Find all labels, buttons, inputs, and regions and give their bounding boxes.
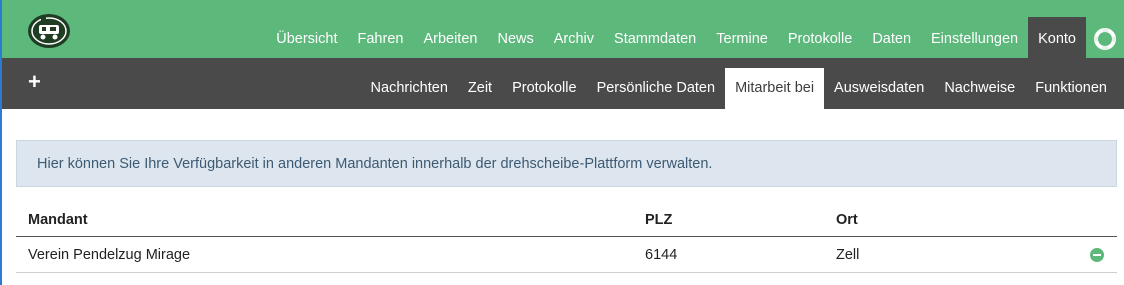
sub-navbar: + Nachrichten Zeit Protokolle Persönlich… [0,58,1124,109]
tab-funktionen[interactable]: Funktionen [1025,68,1117,109]
top-navbar: Übersicht Fahren Arbeiten News Archiv St… [0,0,1124,58]
table-header: Mandant PLZ Ort [16,204,1117,237]
tab-nachrichten[interactable]: Nachrichten [361,68,458,109]
logo-icon[interactable] [26,7,72,51]
info-alert-text: Hier können Sie Ihre Verfügbarkeit in an… [37,155,713,172]
lifebuoy-icon[interactable] [1086,17,1124,58]
nav-termine[interactable]: Termine [706,17,778,58]
nav-einstellungen[interactable]: Einstellungen [921,17,1028,58]
column-header-mandant: Mandant [28,212,88,228]
nav-fahren[interactable]: Fahren [348,17,414,58]
tab-ausweisdaten[interactable]: Ausweisdaten [824,68,934,109]
plus-icon[interactable]: + [28,70,41,94]
account-tabs: Nachrichten Zeit Protokolle Persönliche … [361,68,1117,109]
tab-nachweise[interactable]: Nachweise [934,68,1025,109]
table-row: Verein Pendelzug Mirage 6144 Zell [16,237,1117,273]
column-header-plz: PLZ [645,212,673,228]
tab-mitarbeit-bei[interactable]: Mitarbeit bei [725,68,825,109]
info-alert: Hier können Sie Ihre Verfügbarkeit in an… [16,140,1117,187]
cell-ort: Zell [836,247,860,263]
nav-news[interactable]: News [487,17,543,58]
nav-daten[interactable]: Daten [862,17,921,58]
window-left-edge [0,0,2,285]
nav-arbeiten[interactable]: Arbeiten [413,17,487,58]
nav-archiv[interactable]: Archiv [544,17,604,58]
tab-protokolle[interactable]: Protokolle [502,68,586,109]
nav-stammdaten[interactable]: Stammdaten [604,17,706,58]
nav-uebersicht[interactable]: Übersicht [266,17,347,58]
cell-mandant: Verein Pendelzug Mirage [28,247,191,263]
column-header-ort: Ort [836,212,858,228]
tab-zeit[interactable]: Zeit [458,68,502,109]
tab-persoenliche-daten[interactable]: Persönliche Daten [587,68,726,109]
minus-circle-icon[interactable] [1090,248,1104,262]
mandanten-table: Mandant PLZ Ort Verein Pendelzug Mirage … [16,204,1117,273]
nav-konto[interactable]: Konto [1028,17,1086,58]
main-navigation: Übersicht Fahren Arbeiten News Archiv St… [266,17,1124,58]
cell-plz: 6144 [645,247,678,263]
nav-protokolle[interactable]: Protokolle [778,17,862,58]
